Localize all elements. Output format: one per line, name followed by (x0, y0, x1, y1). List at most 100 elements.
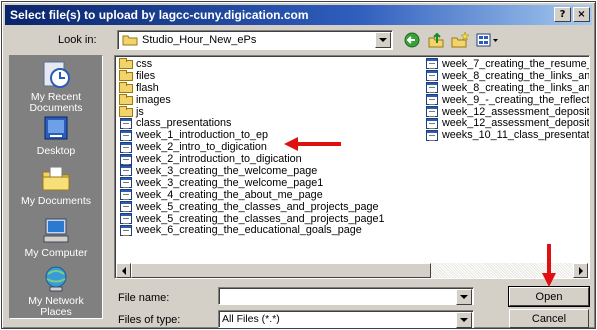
file-name-text: weeks_10_11_class_presentati (442, 129, 589, 142)
folder-item[interactable]: css (119, 58, 385, 70)
file-name-text: week_8_creating_the_links_anc (442, 69, 589, 82)
chevron-down-icon[interactable] (456, 312, 472, 328)
file-name-text: images (136, 93, 171, 106)
html-file-icon (425, 106, 439, 117)
file-name-text: week_5_creating_the_classes_and_projects… (136, 212, 385, 225)
look-in-dropdown[interactable]: Studio_Hour_New_ePs (117, 30, 393, 50)
file-name-text: week_4_creating_the_about_me_page (136, 188, 323, 201)
my-documents-icon (42, 166, 70, 191)
file-name-text: week_9_-_creating_the_reflect (442, 93, 589, 106)
html-file-icon (119, 189, 133, 201)
chevron-down-icon[interactable] (456, 289, 472, 305)
views-menu-icon[interactable] (475, 31, 499, 49)
file-item[interactable]: week_5_creating_the_classes_and_projects… (119, 213, 385, 225)
new-folder-icon[interactable] (451, 31, 469, 49)
close-button[interactable]: × (573, 7, 590, 22)
folder-icon (119, 82, 133, 94)
file-item[interactable]: week_9_-_creating_the_reflect (425, 94, 589, 106)
place-desktop[interactable]: Desktop (10, 114, 102, 157)
desktop-icon (44, 116, 68, 140)
file-name-text: week_5_creating_the_classes_and_projects… (136, 200, 379, 213)
file-item[interactable]: week_3_creating_the_welcome_page1 (119, 177, 385, 189)
html-file-icon (119, 165, 133, 177)
html-file-icon (425, 129, 439, 141)
file-item[interactable]: week_2_introduction_to_digication (119, 153, 385, 165)
file-item[interactable]: week_7_creating_the_resume_ (425, 58, 589, 70)
look-in-value: Studio_Hour_New_ePs (142, 34, 257, 46)
file-name-text: week_2_intro_to_digication (136, 141, 267, 154)
places-bar: My Recent Documents Desktop My Documents… (9, 55, 103, 319)
file-item[interactable]: week_3_creating_the_welcome_page (119, 165, 385, 177)
file-name-text: week_1_introduction_to_ep (136, 129, 269, 142)
file-name-text: week_8_creating_the_links_anc (442, 81, 589, 94)
file-item[interactable]: weeks_10_11_class_presentati (425, 129, 589, 141)
scroll-left-button[interactable] (116, 263, 131, 278)
folder-item[interactable]: images (119, 94, 385, 106)
file-name-text: files (136, 69, 156, 82)
html-file-icon (119, 117, 133, 129)
file-name-text: flash (136, 81, 159, 94)
network-places-icon (45, 266, 67, 292)
window-title: Select file(s) to upload by lagcc-cuny.d… (10, 8, 309, 22)
file-list[interactable]: css files flash images js class_presentations… (114, 55, 590, 279)
file-name-text: css (136, 57, 153, 70)
file-item[interactable]: week_12_assessment_depositir (425, 106, 589, 118)
place-my-computer[interactable]: My Computer (10, 216, 102, 259)
file-name-text: week_6_creating_the_educational_goals_pa… (136, 224, 362, 237)
my-computer-icon (43, 218, 69, 243)
html-file-icon (119, 213, 133, 225)
file-item[interactable]: week_1_introduction_to_ep (119, 129, 385, 141)
html-file-icon (425, 94, 439, 106)
file-name-text: week_7_creating_the_resume_ (442, 58, 589, 70)
html-file-icon (119, 201, 133, 213)
place-my-documents[interactable]: My Documents (10, 164, 102, 207)
help-button[interactable]: ? (554, 7, 571, 22)
horizontal-scrollbar[interactable] (116, 263, 588, 278)
file-item[interactable]: week_8_creating_the_links_anc (425, 82, 589, 94)
place-my-network-places[interactable]: My Network Places (10, 264, 102, 318)
file-item[interactable]: week_8_creating_the_links_anc (425, 70, 589, 82)
chevron-down-icon[interactable] (375, 32, 391, 48)
scroll-thumb[interactable] (131, 263, 431, 278)
html-file-icon (119, 129, 133, 141)
file-name-text: week_12_assessment_depositin (442, 117, 589, 130)
html-file-icon (425, 117, 439, 129)
file-name-text: week_3_creating_the_welcome_page (136, 164, 318, 177)
file-name-text: js (136, 105, 144, 118)
folder-icon (122, 35, 138, 46)
file-item[interactable]: week_4_creating_the_about_me_page (119, 189, 385, 201)
file-item[interactable]: class_presentations (119, 117, 385, 129)
folder-item[interactable]: flash (119, 82, 385, 94)
file-name-text: week_2_introduction_to_digication (136, 153, 302, 166)
folder-item[interactable]: files (119, 70, 385, 82)
html-file-icon (425, 70, 439, 82)
file-column-2: week_7_creating_the_resume_ week_8_creati… (425, 58, 589, 141)
place-my-recent-documents[interactable]: My Recent Documents (10, 60, 102, 114)
file-name-text: week_12_assessment_depositir (442, 105, 589, 118)
file-name-input[interactable] (218, 287, 474, 305)
html-file-icon (119, 177, 133, 189)
files-of-type-label: Files of type: (118, 314, 181, 326)
html-file-icon (119, 141, 133, 153)
file-item[interactable]: week_6_creating_the_educational_goals_pa… (119, 224, 385, 236)
file-column-1: css files flash images js class_presentations… (119, 58, 385, 236)
cancel-button[interactable]: Cancel (509, 309, 589, 328)
html-file-icon (119, 224, 133, 236)
file-name-label: File name: (118, 292, 170, 304)
html-file-icon (425, 82, 439, 94)
open-button[interactable]: Open (508, 286, 590, 307)
folder-item[interactable]: js (119, 106, 385, 118)
folder-icon (119, 70, 133, 82)
folder-icon (119, 94, 133, 106)
up-folder-icon[interactable] (427, 31, 445, 49)
title-bar: Select file(s) to upload by lagcc-cuny.d… (5, 5, 592, 25)
file-item[interactable]: week_2_intro_to_digication (119, 141, 385, 153)
file-item[interactable]: week_12_assessment_depositin (425, 117, 589, 129)
folder-icon (119, 106, 133, 117)
file-name-text: class_presentations (136, 117, 232, 130)
file-item[interactable]: week_5_creating_the_classes_and_projects… (119, 201, 385, 213)
scroll-right-button[interactable] (573, 263, 588, 278)
back-icon[interactable] (403, 31, 421, 49)
html-file-icon (119, 153, 133, 165)
files-of-type-select[interactable]: All Files (*.*) (218, 310, 474, 328)
